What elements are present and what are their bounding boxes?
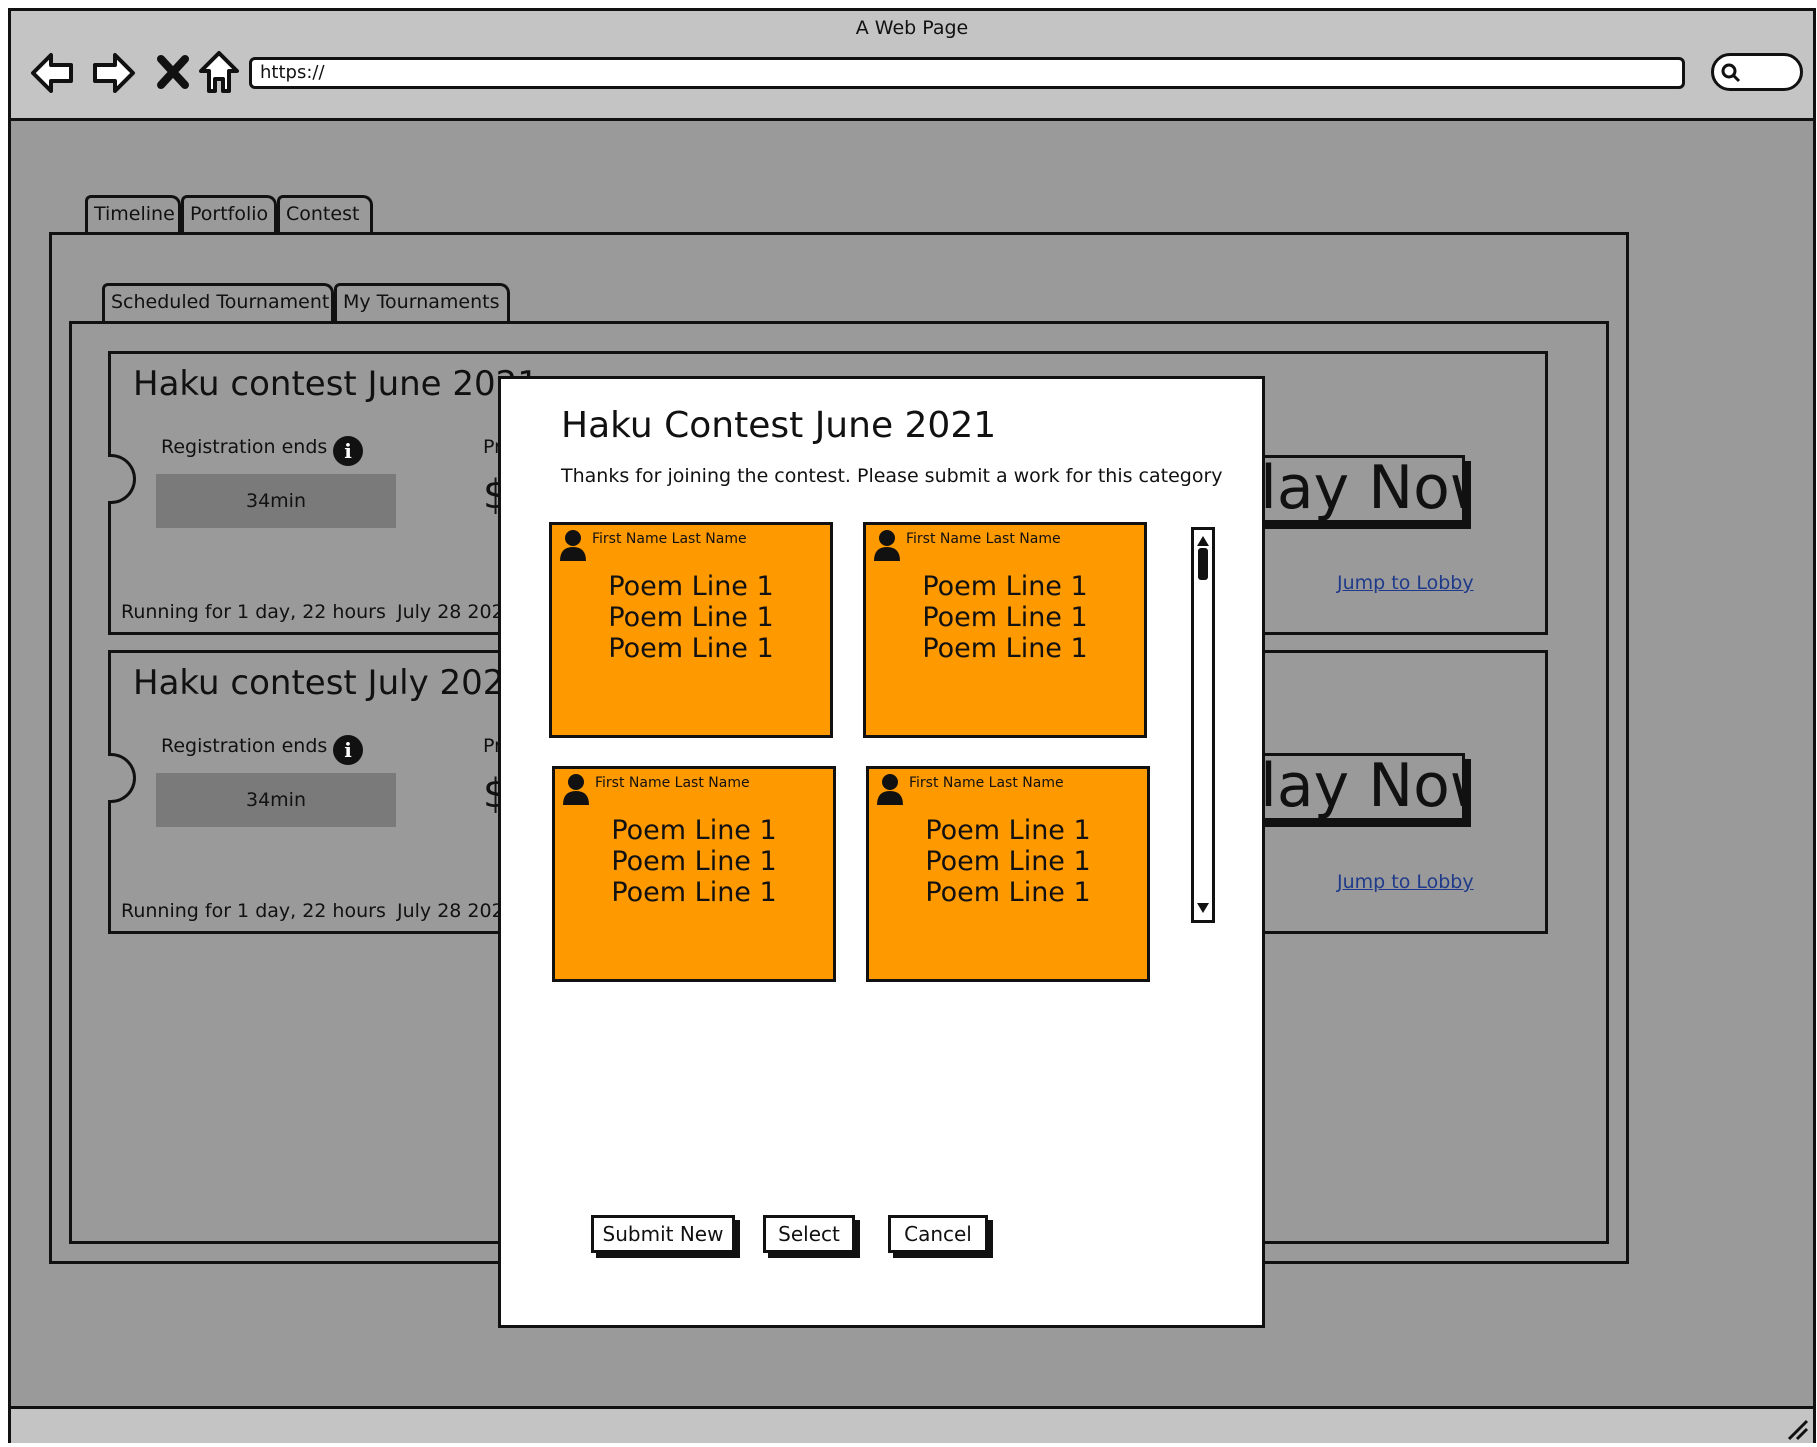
poem-text: Poem Line 1 Poem Line 1 Poem Line 1 bbox=[869, 815, 1147, 908]
registration-label: Registration ends bbox=[161, 735, 328, 757]
info-icon[interactable]: i bbox=[333, 735, 363, 765]
poem-line: Poem Line 1 bbox=[608, 602, 774, 633]
poem-line: Poem Line 1 bbox=[611, 877, 777, 908]
back-arrow-icon[interactable] bbox=[29, 49, 77, 97]
resize-grip-icon[interactable] bbox=[1785, 1417, 1809, 1445]
poem-card[interactable]: First Name Last Name Poem Line 1 Poem Li… bbox=[549, 522, 833, 738]
tab-contest[interactable]: Contest bbox=[277, 195, 373, 233]
scroll-thumb[interactable] bbox=[1198, 548, 1208, 580]
ticket-notch bbox=[108, 753, 136, 803]
poem-line: Poem Line 1 bbox=[611, 815, 777, 846]
user-icon bbox=[558, 529, 588, 561]
poem-line: Poem Line 1 bbox=[922, 571, 1088, 602]
tab-scheduled-tournament[interactable]: Scheduled Tournament bbox=[102, 283, 334, 321]
search-box[interactable] bbox=[1711, 53, 1803, 91]
poem-author: First Name Last Name bbox=[595, 775, 750, 791]
tab-timeline[interactable]: Timeline bbox=[85, 195, 181, 233]
tab-my-tournaments[interactable]: My Tournaments bbox=[334, 283, 510, 321]
poem-line: Poem Line 1 bbox=[608, 633, 774, 664]
poem-line: Poem Line 1 bbox=[922, 633, 1088, 664]
poem-author: First Name Last Name bbox=[906, 531, 1061, 547]
ticket-notch bbox=[108, 454, 136, 504]
poem-card[interactable]: First Name Last Name Poem Line 1 Poem Li… bbox=[866, 766, 1150, 982]
info-icon[interactable]: i bbox=[333, 436, 363, 466]
url-bar[interactable]: https:// bbox=[249, 57, 1685, 89]
home-icon[interactable] bbox=[195, 49, 243, 97]
tournament-title: Haku contest July 2021 bbox=[133, 663, 527, 703]
poem-line: Poem Line 1 bbox=[925, 877, 1091, 908]
poem-line: Poem Line 1 bbox=[611, 846, 777, 877]
window-title: A Web Page bbox=[855, 17, 969, 39]
poem-line: Poem Line 1 bbox=[925, 846, 1091, 877]
search-icon bbox=[1720, 62, 1742, 88]
dialog-title: Haku Contest June 2021 bbox=[561, 405, 997, 446]
stop-icon[interactable] bbox=[149, 49, 197, 97]
poem-line: Poem Line 1 bbox=[608, 571, 774, 602]
submit-work-dialog: Haku Contest June 2021 Thanks for joinin… bbox=[498, 376, 1265, 1328]
running-duration: Running for 1 day, 22 hours bbox=[121, 601, 386, 623]
forward-arrow-icon[interactable] bbox=[89, 49, 137, 97]
user-icon bbox=[561, 773, 591, 805]
submit-new-button[interactable]: Submit New bbox=[591, 1215, 735, 1253]
jump-to-lobby-link[interactable]: Jump to Lobby bbox=[1337, 871, 1474, 893]
poem-text: Poem Line 1 Poem Line 1 Poem Line 1 bbox=[552, 571, 830, 664]
scroll-down-arrow-icon[interactable] bbox=[1196, 899, 1210, 918]
select-button[interactable]: Select bbox=[763, 1215, 855, 1253]
poem-text: Poem Line 1 Poem Line 1 Poem Line 1 bbox=[866, 571, 1144, 664]
running-duration: Running for 1 day, 22 hours bbox=[121, 900, 386, 922]
browser-toolbar: A Web Page https:// bbox=[11, 11, 1813, 121]
jump-to-lobby-link[interactable]: Jump to Lobby bbox=[1337, 572, 1474, 594]
poem-card[interactable]: First Name Last Name Poem Line 1 Poem Li… bbox=[552, 766, 836, 982]
poem-card[interactable]: First Name Last Name Poem Line 1 Poem Li… bbox=[863, 522, 1147, 738]
poem-line: Poem Line 1 bbox=[925, 815, 1091, 846]
poem-text: Poem Line 1 Poem Line 1 Poem Line 1 bbox=[555, 815, 833, 908]
poem-line: Poem Line 1 bbox=[922, 602, 1088, 633]
registration-label: Registration ends bbox=[161, 436, 328, 458]
user-icon bbox=[872, 529, 902, 561]
cancel-button[interactable]: Cancel bbox=[888, 1215, 988, 1253]
dialog-subtitle: Thanks for joining the contest. Please s… bbox=[561, 465, 1223, 487]
tab-portfolio[interactable]: Portfolio bbox=[181, 195, 277, 233]
user-icon bbox=[875, 773, 905, 805]
tournament-title: Haku contest June 2021 bbox=[133, 364, 539, 404]
poem-list-scrollbar[interactable] bbox=[1191, 527, 1215, 923]
poem-author: First Name Last Name bbox=[909, 775, 1064, 791]
status-bar bbox=[11, 1406, 1813, 1443]
poem-author: First Name Last Name bbox=[592, 531, 747, 547]
registration-countdown: 34min bbox=[156, 474, 396, 528]
registration-countdown: 34min bbox=[156, 773, 396, 827]
